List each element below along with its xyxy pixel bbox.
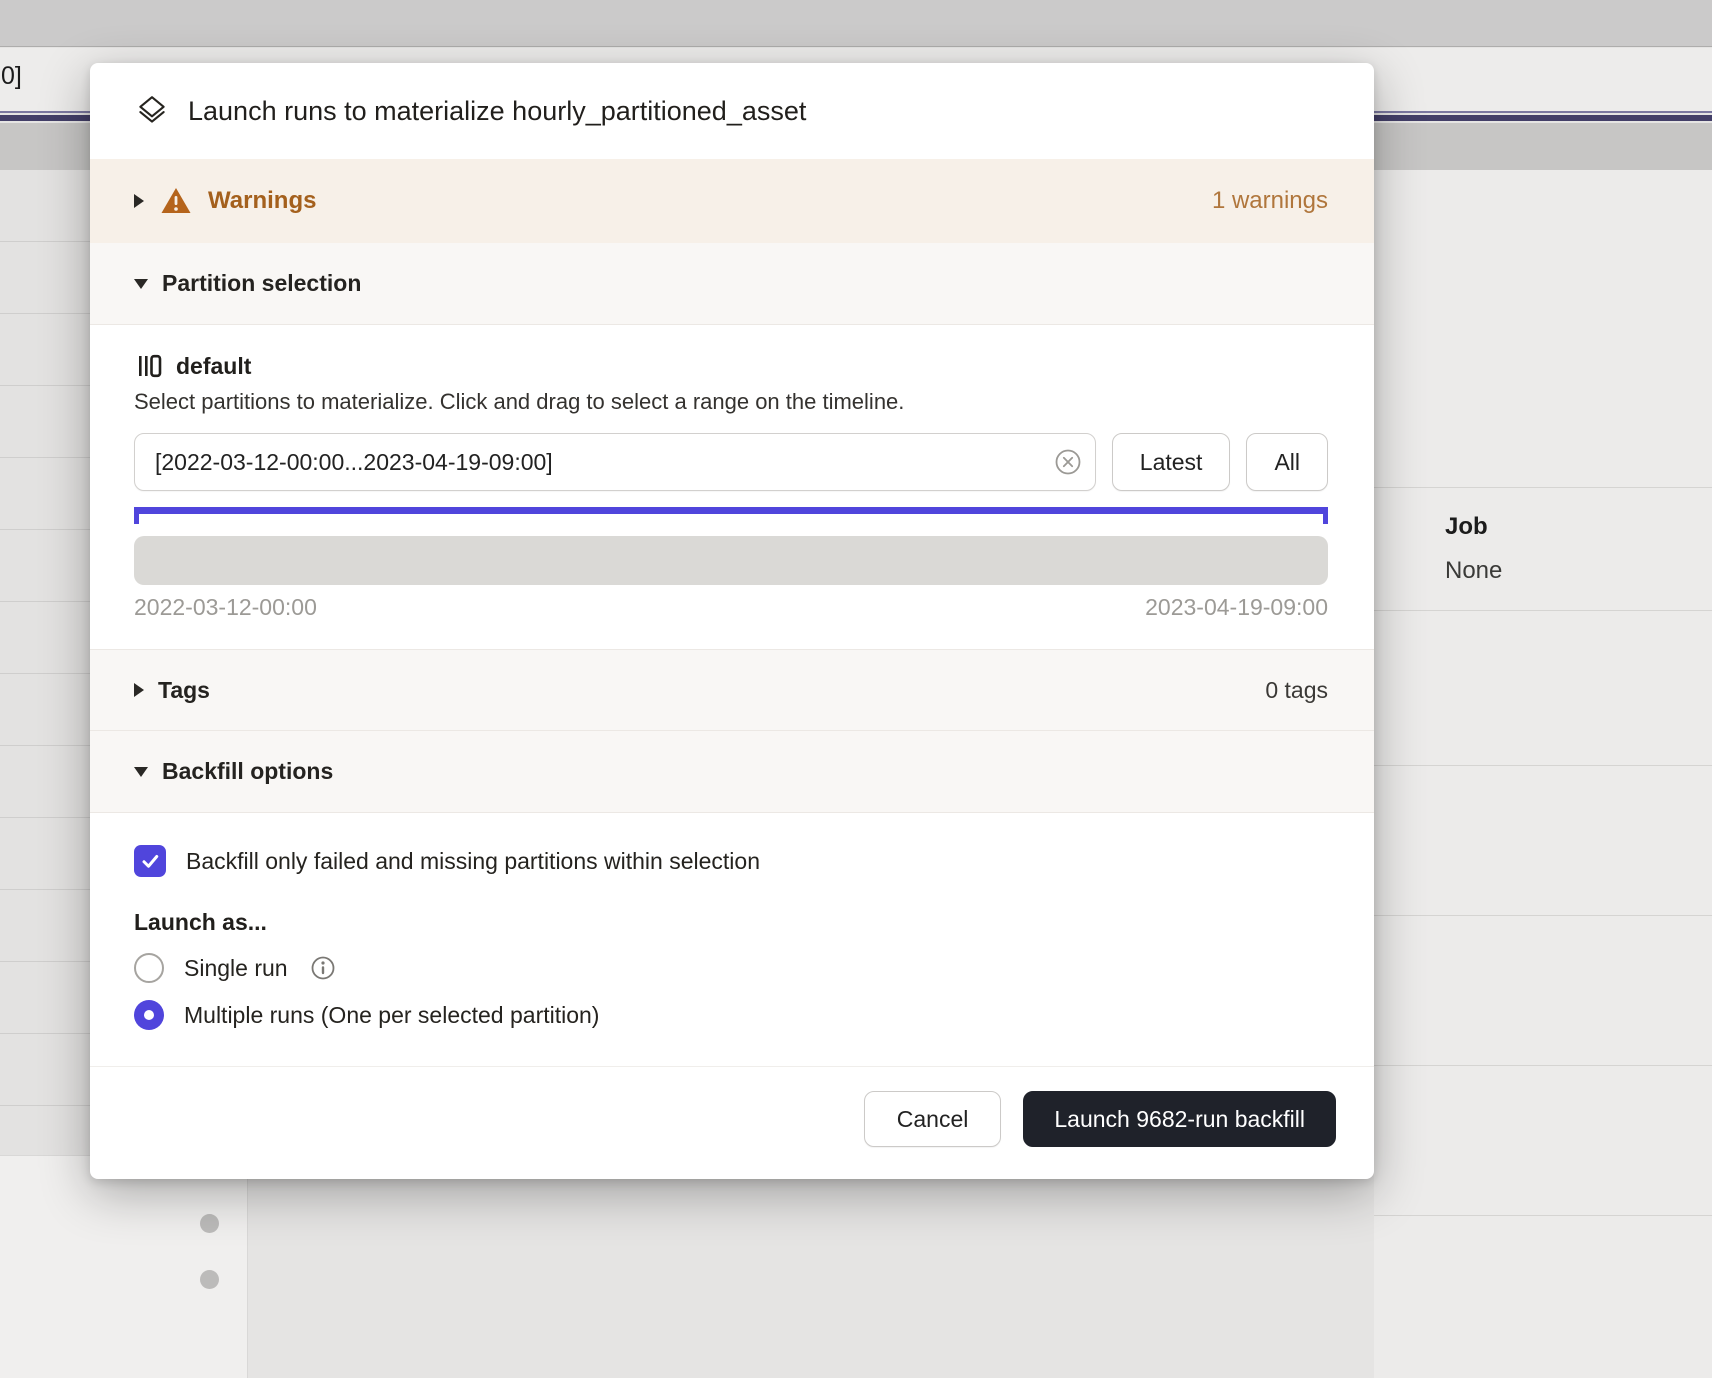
warnings-count: 1 warnings [1212,187,1328,215]
timeline-start-label: 2022-03-12-00:00 [134,594,317,621]
timeline-end-label: 2023-04-19-09:00 [1145,594,1328,621]
chevron-right-icon [134,683,144,697]
single-run-label: Single run [184,955,288,982]
partition-dimension-row: default [134,351,1328,381]
background-clipped-text: 0] [1,62,22,91]
failed-missing-checkbox-label: Backfill only failed and missing partiti… [186,848,760,875]
row-divider [1374,915,1712,916]
cancel-button[interactable]: Cancel [864,1091,1002,1147]
partition-selection-description: Select partitions to materialize. Click … [134,389,1328,415]
row-divider [1374,1215,1712,1216]
selected-range-indicator [134,507,1328,524]
dialog-title: Launch runs to materialize hourly_partit… [188,96,806,127]
partition-dimension-name: default [176,353,251,380]
range-cap-right [1323,507,1328,524]
screen: 0] Job None Launch runs to materialize h… [0,0,1712,1378]
status-dot [200,1270,219,1289]
range-bar [134,507,1328,514]
partition-timeline[interactable] [134,536,1328,585]
launch-as-label: Launch as... [134,909,1328,936]
backfill-options-content: Backfill only failed and missing partiti… [90,813,1374,1066]
failed-missing-checkbox-row[interactable]: Backfill only failed and missing partiti… [134,845,1328,877]
checkbox-checked-icon[interactable] [134,845,166,877]
materialize-asset-icon [134,93,170,129]
radio-unchecked-icon[interactable] [134,953,164,983]
radio-checked-icon[interactable] [134,1000,164,1030]
partition-selection-content: default Select partitions to materialize… [90,325,1374,649]
launch-backfill-button[interactable]: Launch 9682-run backfill [1023,1091,1336,1147]
row-divider [1374,487,1712,488]
partition-range-input[interactable] [134,433,1096,491]
job-column-header: Job [1445,513,1488,541]
tags-header: Tags [158,677,210,704]
chevron-down-icon [134,767,148,777]
timeline-date-labels: 2022-03-12-00:00 2023-04-19-09:00 [134,594,1328,621]
row-divider [1374,765,1712,766]
background-bottom-left-panel [0,1155,248,1378]
chevron-right-icon [134,194,144,208]
backfill-options-toggle[interactable]: Backfill options [90,731,1374,813]
partition-set-icon [134,351,164,381]
partition-selection-toggle[interactable]: Partition selection [90,243,1374,325]
tags-section-toggle[interactable]: Tags 0 tags [90,649,1374,731]
job-column-value: None [1445,557,1502,585]
latest-button[interactable]: Latest [1112,433,1231,491]
row-divider [1374,1065,1712,1066]
multiple-runs-label: Multiple runs (One per selected partitio… [184,1002,599,1029]
dialog-header: Launch runs to materialize hourly_partit… [90,63,1374,159]
background-right-panel: Job None [1374,170,1712,1378]
info-icon[interactable] [310,955,336,981]
multiple-runs-radio-row[interactable]: Multiple runs (One per selected partitio… [134,1000,1328,1030]
all-button[interactable]: All [1246,433,1328,491]
warnings-label: Warnings [208,187,316,215]
dialog-footer: Cancel Launch 9682-run backfill [90,1066,1374,1179]
warnings-section-toggle[interactable]: Warnings 1 warnings [90,159,1374,243]
background-top-bar [0,0,1712,47]
chevron-down-icon [134,279,148,289]
partition-range-input-wrap [134,433,1096,491]
partition-selection-header: Partition selection [162,270,361,297]
status-dot [200,1214,219,1233]
launch-backfill-dialog: Launch runs to materialize hourly_partit… [90,63,1374,1179]
backfill-options-header: Backfill options [162,758,333,785]
row-divider [1374,610,1712,611]
circle-x-icon [1054,448,1082,476]
tags-count: 0 tags [1265,677,1328,704]
warning-triangle-icon [160,186,192,216]
clear-selection-button[interactable] [1054,448,1082,476]
single-run-radio-row[interactable]: Single run [134,953,1328,983]
partition-range-row: Latest All [134,433,1328,491]
